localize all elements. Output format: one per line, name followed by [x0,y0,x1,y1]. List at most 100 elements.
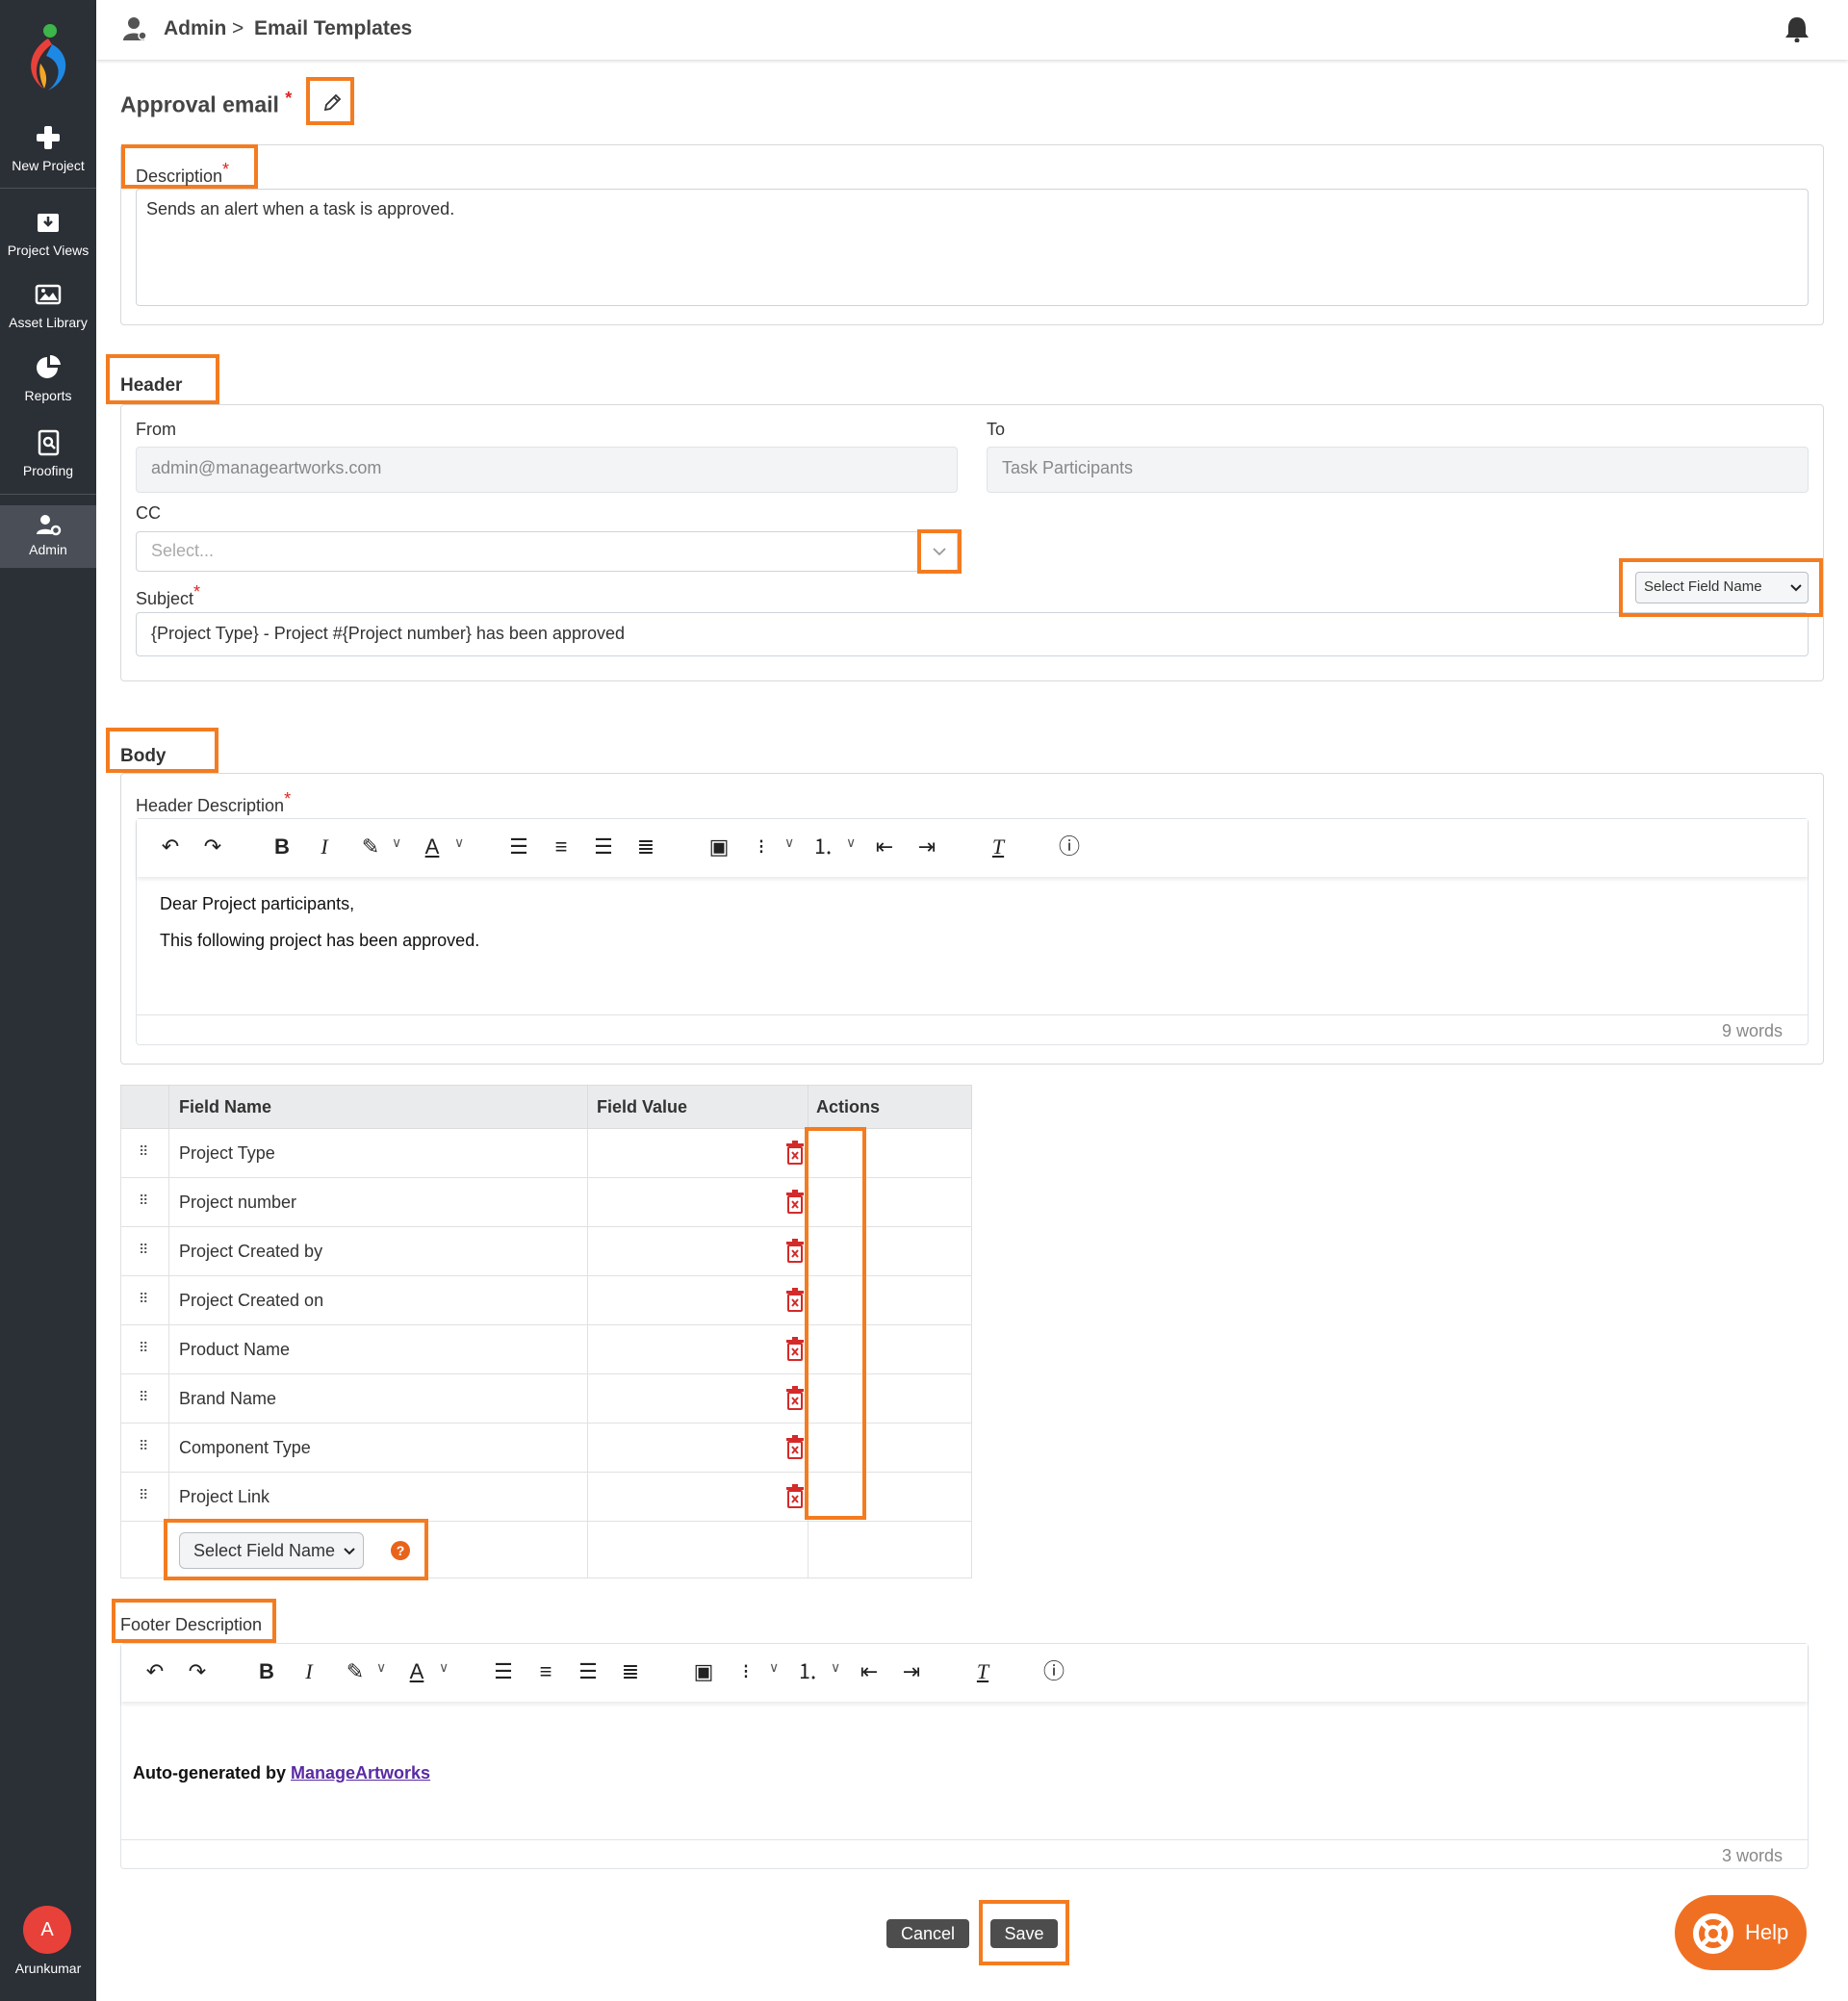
bold-icon[interactable]: B [254,1659,279,1684]
bullet-list-icon[interactable]: ⁝ [749,834,774,859]
redo-icon[interactable]: ↷ [200,834,225,859]
redo-icon[interactable]: ↷ [185,1659,210,1684]
align-right-icon[interactable]: ☰ [576,1659,601,1684]
align-center-icon[interactable]: ≡ [533,1659,558,1684]
drag-handle-icon[interactable]: ⠿ [139,1438,148,1454]
to-label: To [987,420,1006,439]
help-button[interactable]: Help [1675,1895,1807,1970]
outdent-icon[interactable]: ⇤ [872,834,897,859]
text-color-icon[interactable]: A [404,1659,429,1684]
undo-icon[interactable]: ↶ [142,1659,167,1684]
numbered-list-icon[interactable]: ⒈ [810,834,835,859]
cc-dropdown-toggle[interactable] [917,529,962,574]
description-textarea[interactable]: Sends an alert when a task is approved. [136,189,1809,306]
field-name-cell: Product Name [179,1340,291,1359]
delete-icon[interactable] [785,1435,805,1460]
delete-icon[interactable] [785,1386,805,1411]
to-field[interactable]: Task Participants [987,447,1809,493]
highlight-color-icon[interactable]: ✎ [358,834,383,859]
clear-formatting-icon[interactable]: T [970,1659,995,1684]
editor-line: This following project has been approved… [160,931,480,950]
drag-handle-icon[interactable]: ⠿ [139,1193,148,1209]
drag-handle-icon[interactable]: ⠿ [139,1340,148,1356]
bullet-list-icon[interactable]: ⁝ [733,1659,758,1684]
user-gear-icon [37,515,62,536]
chevron-down-icon[interactable]: ∨ [846,834,856,851]
from-field[interactable]: admin@manageartworks.com [136,447,958,493]
cancel-button[interactable]: Cancel [886,1919,969,1948]
outdent-icon[interactable]: ⇤ [857,1659,882,1684]
breadcrumb-separator: > [232,17,244,39]
help-circle-icon[interactable]: ⓘ [1041,1659,1066,1684]
subject-label: Subject* [136,582,201,608]
align-justify-icon[interactable]: ≣ [618,1659,643,1684]
drag-handle-icon[interactable]: ⠿ [139,1291,148,1307]
manageartworks-link[interactable]: ManageArtworks [291,1763,430,1783]
field-name-cell: Project Created by [179,1242,323,1261]
delete-icon[interactable] [785,1484,805,1509]
sidebar-item-proofing[interactable]: Proofing [0,428,96,478]
header-description-editor[interactable]: ↶ ↷ B I ✎ ∨ A ∨ ☰ ≡ ☰ ≣ ▣ ⁝ ∨ ⒈ ∨ ⇤ ⇥ T … [136,818,1809,1045]
drag-handle-icon[interactable]: ⠿ [139,1143,148,1160]
drag-handle-icon[interactable]: ⠿ [139,1242,148,1258]
sidebar-item-admin[interactable]: Admin [0,505,96,568]
help-circle-icon[interactable]: ⓘ [1057,834,1082,859]
chevron-down-icon[interactable]: ∨ [392,834,401,851]
bold-icon[interactable]: B [270,834,295,859]
highlight-color-icon[interactable]: ✎ [343,1659,368,1684]
editor-line: Dear Project participants, [160,894,355,913]
delete-icon[interactable] [785,1141,805,1166]
insert-image-icon[interactable]: ▣ [691,1659,716,1684]
italic-icon[interactable]: I [296,1659,321,1684]
help-label: Help [1745,1920,1789,1944]
add-field-name-select[interactable]: Select Field Name [179,1532,364,1569]
chevron-down-icon[interactable]: ∨ [769,1659,779,1676]
tray-download-icon [38,214,59,232]
sidebar-item-new-project[interactable]: New Project [0,123,96,173]
body-heading: Body [120,746,167,766]
delete-icon[interactable] [785,1239,805,1264]
sidebar-item-reports[interactable]: Reports [0,353,96,403]
delete-icon[interactable] [785,1337,805,1362]
italic-icon[interactable]: I [312,834,337,859]
chevron-down-icon [933,548,946,556]
numbered-list-icon[interactable]: ⒈ [795,1659,820,1684]
undo-icon[interactable]: ↶ [158,834,183,859]
chevron-down-icon[interactable]: ∨ [831,1659,840,1676]
indent-icon[interactable]: ⇥ [914,834,939,859]
sidebar-item-label: Reports [24,388,72,403]
chevron-down-icon[interactable]: ∨ [439,1659,449,1676]
save-button[interactable]: Save [990,1919,1058,1948]
subject-input[interactable]: {Project Type} - Project #{Project numbe… [136,612,1809,656]
subject-field-name-select[interactable]: Select Field Name [1635,572,1809,603]
breadcrumb-root[interactable]: Admin [164,17,226,40]
text-color-icon[interactable]: A [420,834,445,859]
cc-select[interactable]: Select... [136,531,958,572]
field-name-cell: Project Link [179,1487,270,1506]
chevron-down-icon[interactable]: ∨ [454,834,464,851]
app-logo-icon[interactable] [19,21,77,98]
chevron-down-icon[interactable]: ∨ [784,834,794,851]
align-justify-icon[interactable]: ≣ [633,834,658,859]
sidebar-item-project-views[interactable]: Project Views [0,208,96,258]
align-left-icon[interactable]: ☰ [506,834,531,859]
required-mark: * [285,89,293,108]
actions-column-highlight [805,1127,866,1520]
align-right-icon[interactable]: ☰ [591,834,616,859]
chevron-down-icon[interactable]: ∨ [376,1659,386,1676]
indent-icon[interactable]: ⇥ [899,1659,924,1684]
drag-handle-icon[interactable]: ⠿ [139,1487,148,1503]
align-left-icon[interactable]: ☰ [491,1659,516,1684]
delete-icon[interactable] [785,1288,805,1313]
delete-icon[interactable] [785,1190,805,1215]
avatar[interactable]: A [23,1906,71,1954]
field-help-icon[interactable]: ? [391,1541,410,1560]
sidebar-item-asset-library[interactable]: Asset Library [0,280,96,330]
drag-handle-icon[interactable]: ⠿ [139,1389,148,1405]
edit-title-button[interactable] [306,77,354,125]
notification-bell-icon[interactable] [1784,15,1810,42]
insert-image-icon[interactable]: ▣ [706,834,732,859]
footer-description-editor[interactable]: ↶ ↷ B I ✎ ∨ A ∨ ☰ ≡ ☰ ≣ ▣ ⁝ ∨ ⒈ ∨ ⇤ ⇥ T … [120,1643,1809,1869]
clear-formatting-icon[interactable]: T [986,834,1011,859]
align-center-icon[interactable]: ≡ [549,834,574,859]
